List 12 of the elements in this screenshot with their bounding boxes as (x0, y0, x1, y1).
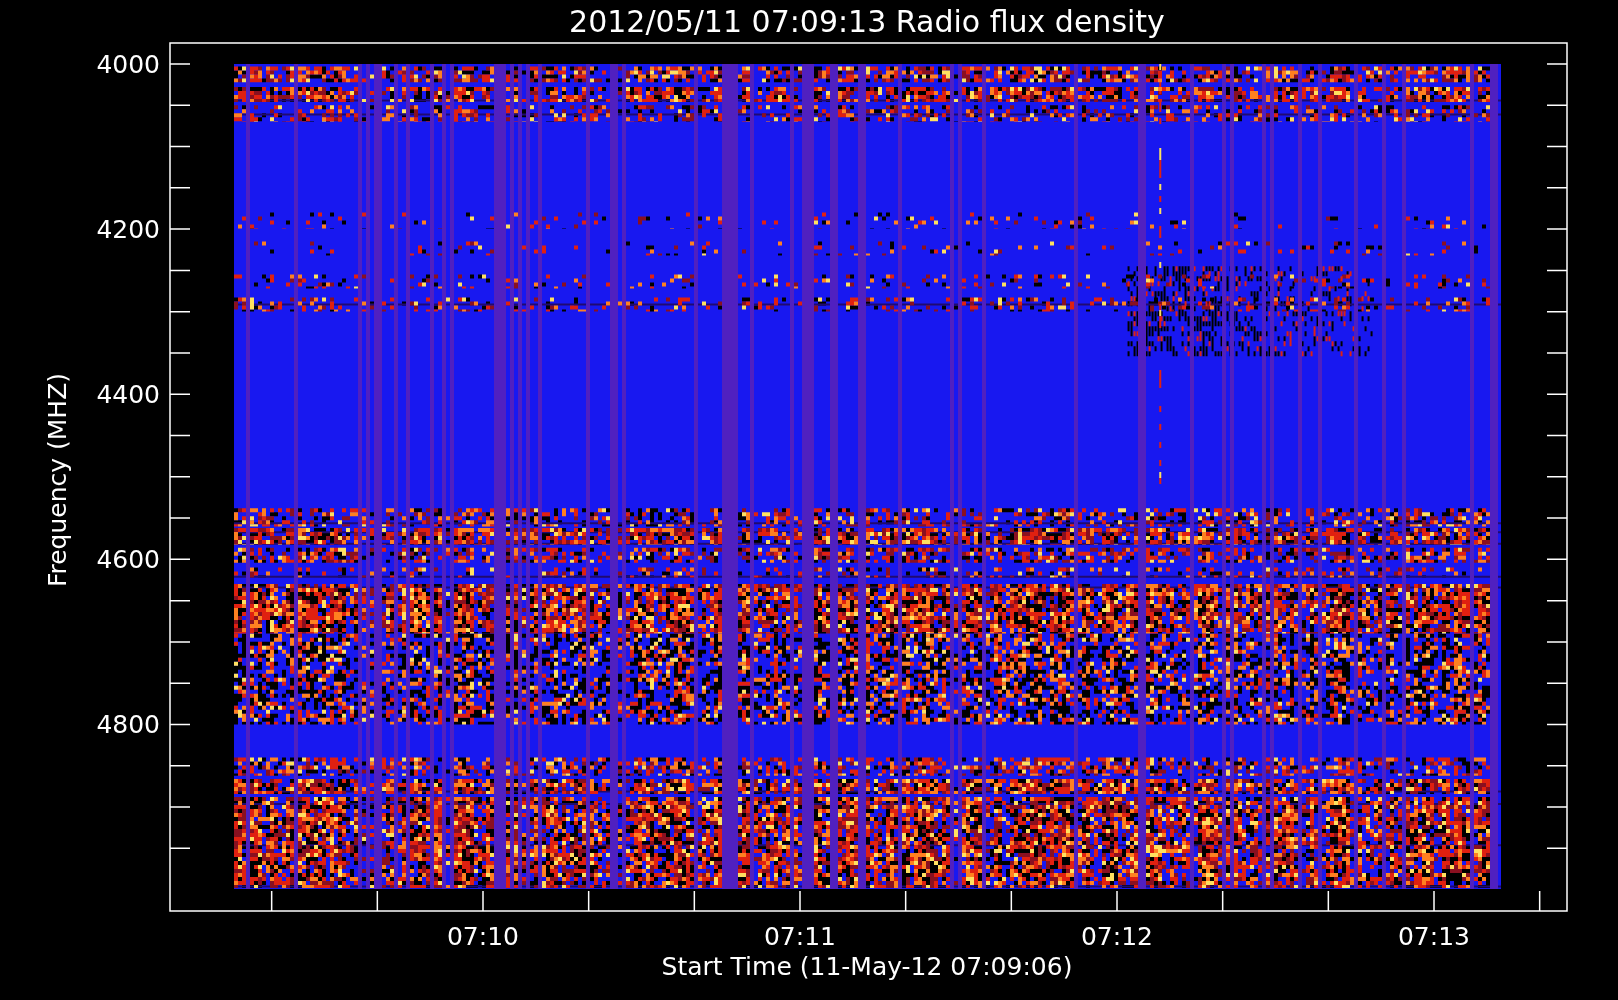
tick-label: 07:13 (1398, 922, 1470, 951)
plot-title: 2012/05/11 07:09:13 Radio flux density (569, 4, 1165, 39)
tick-label: 4400 (96, 380, 160, 410)
tick-label: 4800 (96, 710, 160, 740)
tick-label: 4000 (96, 50, 160, 79)
tick-label: 4200 (96, 215, 160, 245)
tick-label: 07:10 (447, 922, 519, 951)
tick-label: 07:11 (764, 922, 836, 951)
tick-label: 4600 (96, 545, 160, 575)
tick-label: 07:12 (1081, 922, 1153, 951)
axis-label: Frequency (MHZ) (43, 372, 72, 588)
axis-label: Start Time (11-May-12 07:09:06) (661, 952, 1073, 981)
